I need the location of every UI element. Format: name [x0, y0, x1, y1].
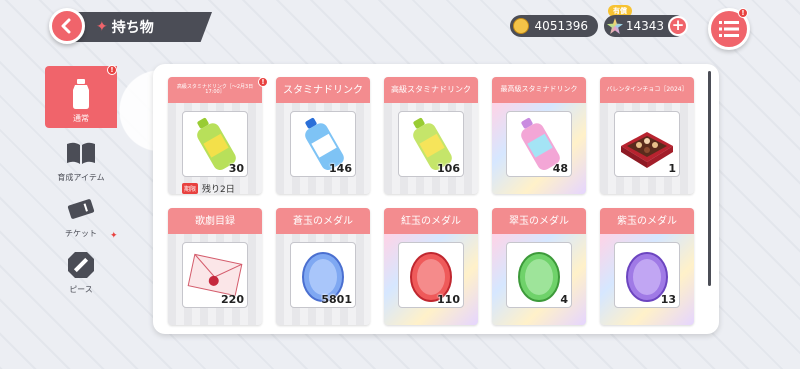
chevron-left-icon — [61, 18, 71, 34]
item-card[interactable]: 紫玉のメダル 13 — [600, 208, 694, 325]
item-quantity: 146 — [329, 162, 352, 175]
item-name: 翠玉のメダル — [492, 208, 586, 234]
coin-icon — [513, 18, 529, 34]
page-title-bar: ✦ 持ち物 — [70, 12, 212, 42]
item-quantity: 5801 — [321, 293, 352, 306]
bottle-icon — [66, 79, 96, 109]
item-card[interactable]: 紅玉のメダル 110 — [384, 208, 478, 325]
expiry-info: 期限 残り2日 — [182, 182, 235, 194]
item-frame: 106 — [398, 111, 464, 177]
item-quantity: 4 — [560, 293, 568, 306]
sparkle-icon: ✦ — [96, 19, 108, 35]
item-frame: 4 — [506, 242, 572, 308]
item-frame: 146 — [290, 111, 356, 177]
item-frame: 5801 — [290, 242, 356, 308]
item-card[interactable]: バレンタインチョコ［2024］ 1 — [600, 77, 694, 194]
menu-alert-badge: ! — [738, 8, 748, 18]
star-gem-amount: 14343 — [625, 19, 664, 33]
book-icon — [66, 138, 96, 168]
item-frame: 30 — [182, 111, 248, 177]
item-quantity: 48 — [552, 162, 568, 175]
item-card[interactable]: スタミナドリンク 146 — [276, 77, 370, 194]
item-card[interactable]: 蒼玉のメダル 5801 — [276, 208, 370, 325]
item-name: 最高級スタミナドリンク — [492, 77, 586, 103]
piece-icon — [66, 250, 96, 280]
item-quantity: 106 — [437, 162, 460, 175]
item-card[interactable]: 翠玉のメダル 4 — [492, 208, 586, 325]
item-quantity: 220 — [221, 293, 244, 306]
item-quantity: 30 — [228, 162, 244, 175]
item-card[interactable]: 高級スタミナドリンク 106 — [384, 77, 478, 194]
list-menu-icon — [719, 21, 739, 37]
star-gem-icon — [607, 18, 623, 34]
item-name: 高級スタミナドリンク — [384, 77, 478, 103]
item-name: 紅玉のメダル — [384, 208, 478, 234]
item-card[interactable]: 最高級スタミナドリンク 48 — [492, 77, 586, 194]
expiry-tag: 期限 — [182, 183, 199, 194]
item-name: バレンタインチョコ［2024］ — [600, 77, 694, 103]
coin-amount: 4051396 — [534, 19, 588, 33]
item-name: 紫玉のメダル — [600, 208, 694, 234]
tab-normal-alert: ! — [107, 65, 117, 75]
item-card[interactable]: 歌劇目録 220 — [168, 208, 262, 325]
item-quantity: 1 — [668, 162, 676, 175]
ticket-icon — [66, 194, 96, 224]
tab-normal-label: 通常 — [73, 114, 89, 123]
item-quantity: 110 — [437, 293, 460, 306]
tab-pieces-label: ピース — [69, 285, 93, 294]
page-title: 持ち物 — [111, 20, 154, 36]
item-alert-badge: ! — [258, 77, 268, 87]
item-frame: 13 — [614, 242, 680, 308]
item-frame: 48 — [506, 111, 572, 177]
item-name: スタミナドリンク — [276, 77, 370, 103]
coin-counter: 4051396 — [510, 15, 598, 37]
item-card[interactable]: 高級スタミナドリンク［～2月3日 17:00］ 30 期限 残り2日 — [168, 77, 262, 194]
item-name: 歌劇目録 — [168, 208, 262, 234]
tab-training-items[interactable]: 育成アイテム — [45, 125, 117, 187]
tab-normal[interactable]: 通常 — [45, 66, 117, 128]
add-gems-button[interactable]: + — [668, 16, 688, 36]
item-frame: 1 — [614, 111, 680, 177]
scrollbar[interactable] — [708, 71, 711, 286]
tab-tickets[interactable]: チケット — [45, 181, 117, 243]
back-button[interactable] — [49, 8, 85, 44]
item-frame: 220 — [182, 242, 248, 308]
expiry-text: 残り2日 — [202, 185, 235, 194]
item-name: 高級スタミナドリンク［～2月3日 17:00］ — [168, 77, 262, 103]
item-name: 蒼玉のメダル — [276, 208, 370, 234]
tab-pieces[interactable]: ピース — [45, 237, 117, 299]
item-quantity: 13 — [660, 293, 676, 306]
item-frame: 110 — [398, 242, 464, 308]
